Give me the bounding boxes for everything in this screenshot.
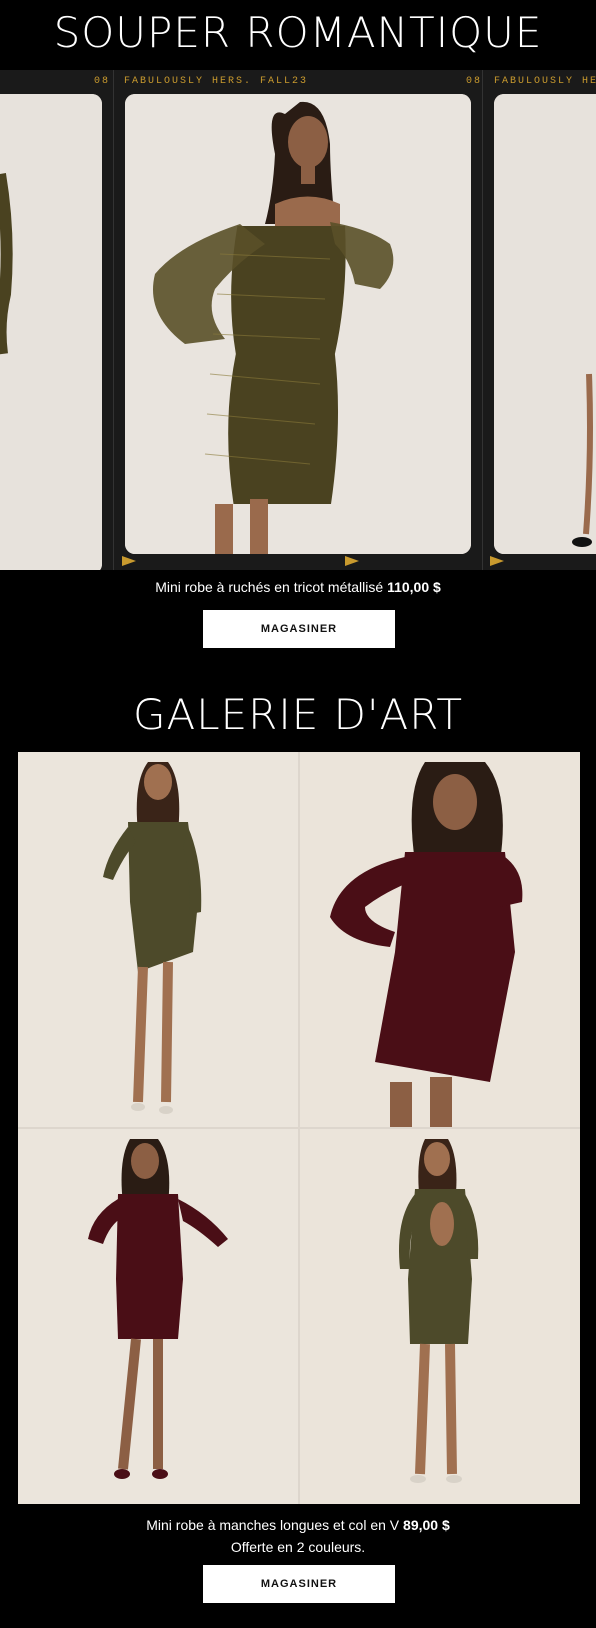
frame-divider [113,70,114,570]
burgundy-dress-photo [18,1129,298,1504]
carousel-frame-next[interactable] [494,94,596,554]
section-title-souper-romantique: SOUPER ROMANTIQUE [53,8,543,57]
product-name: Mini robe à manches longues et col en V [146,1517,400,1533]
carousel-frame-previous[interactable] [0,94,102,570]
olive-dress-photo [18,752,298,1127]
film-arrow-icon [345,556,359,566]
carousel-frame-main[interactable] [125,94,471,554]
product-caption-metallic: Mini robe à ruchés en tricot métallisé 1… [0,577,596,598]
metallic-dress-photo [125,94,471,554]
frame-caption: FABULOUSLY HERS. [494,76,596,87]
product-note: Offerte en 2 couleurs. [230,1539,366,1555]
gallery-photo-olive-front[interactable] [18,752,298,1127]
product-price: 89,00 $ [403,1517,450,1533]
gallery-photo-burgundy-closeup[interactable] [300,752,580,1127]
product-caption-vneck: Mini robe à manches longues et col en V … [0,1515,596,1536]
frame-number: 08 [466,76,483,87]
filmstrip-carousel[interactable]: 08 FABULOUSLY HERS. FALL23 08 FABULOUSLY… [0,70,596,570]
frame-caption: FABULOUSLY HERS. FALL23 [124,76,309,87]
film-arrow-icon [122,556,136,566]
section-title-galerie-dart: GALERIE D'ART [132,690,464,739]
burgundy-dress-photo [300,752,580,1127]
product-gallery-grid [18,752,580,1504]
dress-photo-previous [0,94,102,570]
gallery-photo-olive-back[interactable] [300,1129,580,1504]
frame-divider [482,70,483,570]
frame-number: 08 [94,76,111,87]
product-name: Mini robe à ruchés en tricot métallisé [155,579,384,595]
shop-button-vneck[interactable]: MAGASINER [203,1565,395,1603]
product-price: 110,00 $ [387,579,441,595]
shop-button-metallic[interactable]: MAGASINER [203,610,395,648]
film-arrow-icon [490,556,504,566]
dress-photo-next [494,94,596,554]
olive-dress-photo [300,1129,580,1504]
gallery-photo-burgundy-front[interactable] [18,1129,298,1504]
